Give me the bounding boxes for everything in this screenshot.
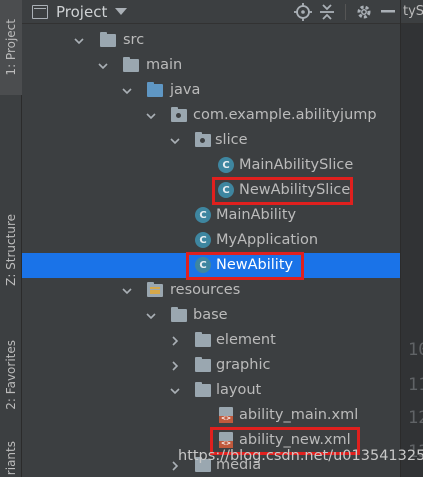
tab-project-label: 1: Project [4, 19, 18, 76]
resources-folder-icon [147, 282, 163, 297]
locate-icon[interactable] [291, 0, 315, 24]
highlight-box-newability [186, 252, 304, 280]
tree-node-main[interactable]: main [22, 53, 400, 78]
folder-icon [195, 357, 211, 372]
tree-node-label: MyApplication [216, 232, 319, 248]
tab-variants-label: riants [4, 441, 18, 476]
tree-node-label: graphic [216, 357, 271, 373]
tab-project[interactable]: 1: Project [0, 0, 22, 95]
folder-icon [171, 307, 187, 322]
tree-node-src[interactable]: src [22, 28, 400, 53]
tree-node-label: java [170, 82, 201, 98]
folder-icon [195, 382, 211, 397]
project-window-icon [32, 4, 48, 19]
folder-icon [195, 332, 211, 347]
toolbar-separator [345, 4, 346, 20]
tree-node-label: ability_main.xml [239, 407, 359, 423]
folder-icon [123, 57, 139, 72]
expand-arrow-icon[interactable] [122, 286, 132, 296]
tree-node-graphic[interactable]: graphic [22, 353, 400, 378]
toolwindow-title[interactable]: Project [56, 3, 107, 21]
class-icon: C [195, 207, 211, 223]
tree-node-label: element [216, 332, 276, 348]
tab-structure[interactable]: Z: Structure [0, 200, 22, 300]
tree-node-label: slice [215, 132, 248, 148]
expand-arrow-icon[interactable] [170, 136, 180, 146]
collapsed-arrow-icon[interactable] [170, 336, 180, 346]
collapse-all-icon[interactable] [315, 0, 339, 24]
tree-node-label: MainAbilitySlice [239, 157, 354, 173]
tree-node-mainabilityslice[interactable]: C MainAbilitySlice [22, 153, 400, 178]
tree-node-element[interactable]: element [22, 328, 400, 353]
view-dropdown-icon[interactable] [115, 8, 128, 15]
gear-icon[interactable] [352, 0, 376, 24]
source-folder-icon [147, 82, 163, 97]
xml-file-icon: <> [219, 407, 233, 423]
editor-tab[interactable]: tySl [401, 0, 423, 24]
tree-node-layout[interactable]: layout [22, 378, 400, 403]
folder-icon [100, 32, 116, 47]
tree-node-java[interactable]: java [22, 78, 400, 103]
tree-node-label: base [193, 307, 228, 323]
collapsed-arrow-icon[interactable] [170, 361, 180, 371]
line-number: 12 [408, 408, 423, 428]
line-number: 11 [408, 375, 423, 395]
tree-node-label: src [123, 32, 145, 48]
tab-favorites[interactable]: 2: Favorites [0, 325, 22, 425]
tree-node-label: com.example.abilityjump [193, 107, 377, 123]
tree-node-label: layout [216, 382, 262, 398]
tree-node-ability-main-xml[interactable]: <> ability_main.xml [22, 403, 400, 428]
package-icon [171, 107, 187, 122]
tree-node-label: resources [170, 282, 241, 298]
line-number: 10 [408, 340, 423, 360]
left-tool-strip: 1: Project Z: Structure 2: Favorites ria… [0, 0, 22, 477]
tree-node-label: MainAbility [216, 207, 297, 223]
project-tree: src main java com.example.abilityjump sl… [22, 24, 400, 477]
project-toolwindow-header: Project [22, 0, 400, 24]
tree-node-myapplication[interactable]: C MyApplication [22, 228, 400, 253]
tree-node-base[interactable]: base [22, 303, 400, 328]
highlight-box-newabilityslice [212, 177, 353, 205]
tree-node-package[interactable]: com.example.abilityjump [22, 103, 400, 128]
editor-area: tySl 10 11 12 13 [400, 0, 423, 477]
hide-icon[interactable] [376, 0, 400, 24]
expand-arrow-icon[interactable] [146, 311, 156, 321]
tab-variants[interactable]: riants [0, 440, 22, 477]
tab-favorites-label: 2: Favorites [4, 340, 18, 410]
tree-node-mainability[interactable]: C MainAbility [22, 203, 400, 228]
watermark-text: https://blog.csdn.net/u013541325 [178, 448, 423, 464]
expand-arrow-icon[interactable] [170, 386, 180, 396]
expand-arrow-icon[interactable] [122, 86, 132, 96]
expand-arrow-icon[interactable] [98, 61, 108, 71]
tree-node-slice[interactable]: slice [22, 128, 400, 153]
expand-arrow-icon[interactable] [74, 36, 84, 46]
package-icon [195, 132, 211, 147]
tree-node-resources[interactable]: resources [22, 278, 400, 303]
class-icon: C [195, 232, 211, 248]
tree-node-label: main [146, 57, 183, 73]
tab-structure-label: Z: Structure [4, 214, 18, 286]
class-icon: C [218, 157, 234, 173]
expand-arrow-icon[interactable] [146, 111, 156, 121]
